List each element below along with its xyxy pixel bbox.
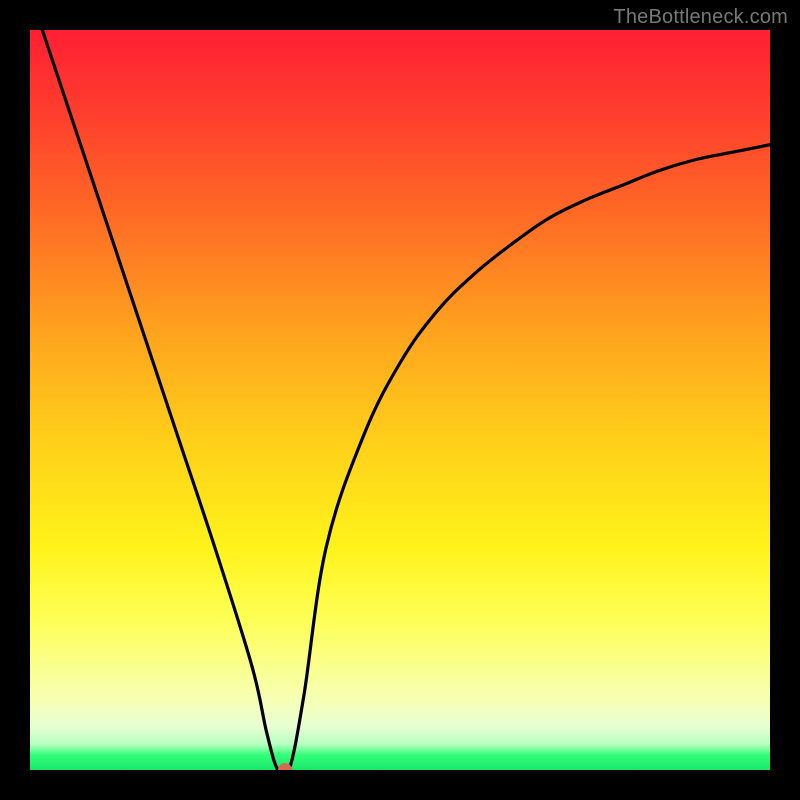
minimum-point-marker	[278, 763, 292, 770]
watermark-text: TheBottleneck.com	[613, 6, 788, 29]
curve-layer	[30, 30, 770, 770]
bottleneck-curve	[30, 30, 770, 770]
plot-area	[30, 30, 770, 770]
chart-frame: TheBottleneck.com	[0, 0, 800, 800]
